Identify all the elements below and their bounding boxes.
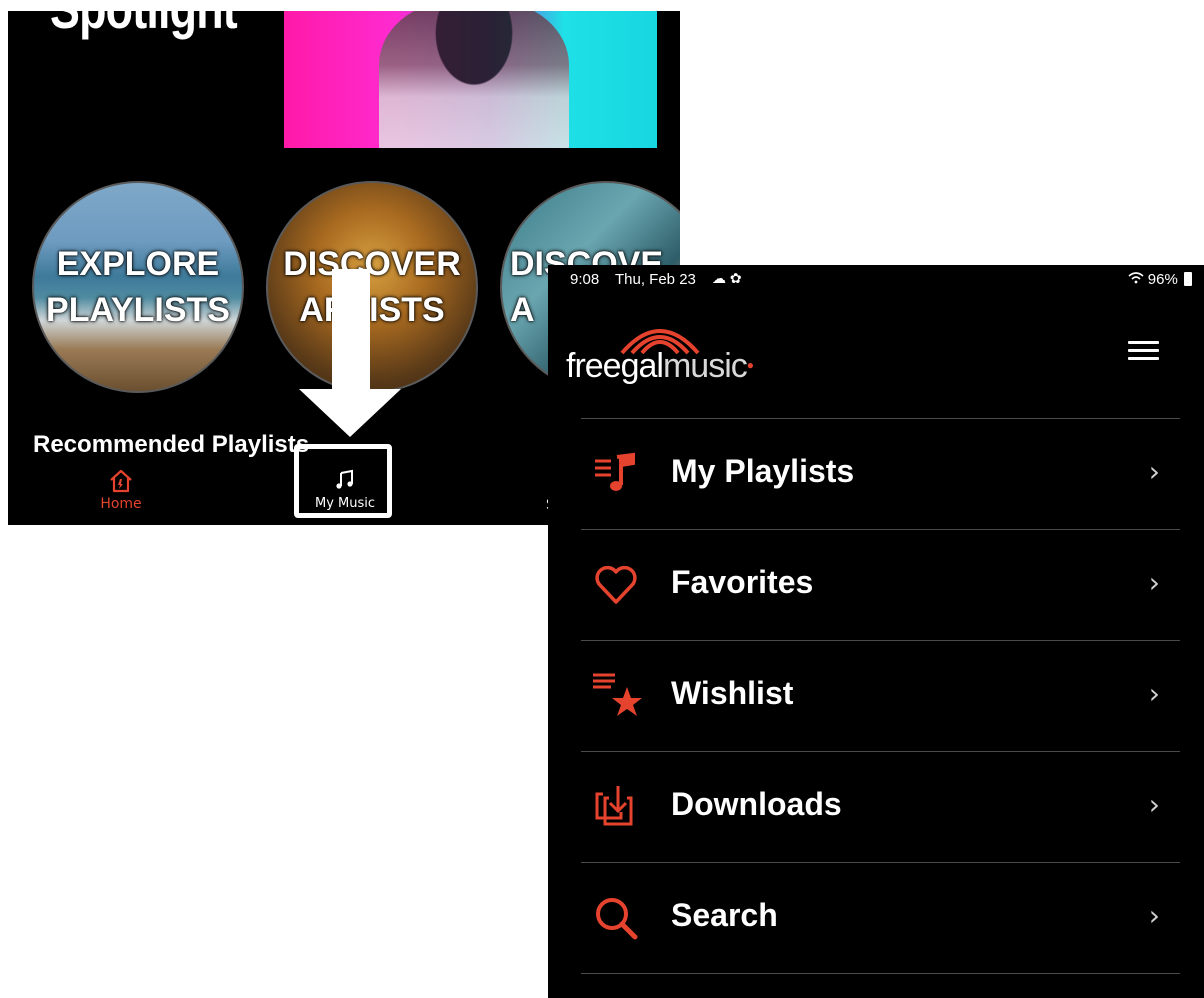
home-icon	[66, 469, 176, 495]
pointer-arrow-shaft	[332, 269, 370, 401]
nav-home[interactable]: Home	[66, 469, 176, 513]
wishlist-star-icon	[593, 673, 642, 719]
explore-playlists-tile[interactable]: EXPLORE PLAYLISTS	[32, 181, 244, 393]
menu-item-label: Favorites	[671, 564, 814, 600]
logo-wordmark: freegalmusic●	[566, 347, 754, 386]
my-music-highlight-box	[294, 444, 392, 518]
chevron-right-icon: ›	[1148, 899, 1160, 932]
search-icon	[593, 895, 639, 941]
pointer-arrow-head	[299, 389, 401, 437]
nav-home-label: Home	[100, 496, 142, 512]
freegal-music-logo[interactable]: freegalmusic●	[566, 315, 786, 385]
status-bar: 9:08 Thu, Feb 23 ☁ ✿ 96%	[548, 265, 1204, 293]
chevron-right-icon: ›	[1148, 677, 1160, 710]
menu-item-search[interactable]: Search ›	[581, 863, 1180, 974]
spotlight-title: Spotlight	[50, 11, 238, 37]
status-date: Thu, Feb 23	[615, 271, 696, 288]
hero-person-figure	[379, 11, 569, 148]
menu-item-downloads[interactable]: Downloads ›	[581, 752, 1180, 863]
chevron-right-icon: ›	[1148, 566, 1160, 599]
status-time: 9:08	[570, 271, 600, 288]
wifi-icon	[1128, 271, 1148, 288]
spotlight-hero-image[interactable]	[284, 11, 657, 148]
my-music-menu: My Playlists › Favorites › Wishlist › Do…	[581, 418, 1180, 974]
hamburger-menu-icon[interactable]	[1128, 341, 1159, 361]
menu-item-wishlist[interactable]: Wishlist ›	[581, 641, 1180, 752]
playlist-icon	[593, 451, 639, 497]
heart-icon	[593, 562, 639, 608]
menu-item-label: My Playlists	[671, 453, 855, 489]
chevron-right-icon: ›	[1148, 788, 1160, 821]
battery-icon	[1184, 272, 1192, 286]
menu-item-label: Downloads	[671, 786, 842, 822]
logo-text-light: music	[662, 347, 748, 385]
menu-item-label: Wishlist	[671, 675, 794, 711]
explore-playlists-label: EXPLORE PLAYLISTS	[46, 245, 230, 329]
status-notification-icons: ☁ ✿	[712, 270, 742, 286]
battery-percent: 96%	[1147, 271, 1178, 288]
menu-item-my-playlists[interactable]: My Playlists ›	[581, 419, 1180, 530]
menu-item-label: Search	[671, 897, 778, 933]
recommended-playlists-heading: Recommended Playlists	[33, 431, 310, 458]
logo-dot-icon: ●	[746, 358, 754, 372]
my-music-screen-panel: 9:08 Thu, Feb 23 ☁ ✿ 96% freegalmusic● M…	[548, 265, 1204, 998]
status-right-group: 96%	[1128, 271, 1192, 288]
menu-item-favorites[interactable]: Favorites ›	[581, 530, 1180, 641]
chevron-right-icon: ›	[1148, 455, 1160, 488]
download-icon	[593, 784, 639, 830]
discover-artists-label: DISCOVER ARTISTS	[283, 245, 461, 329]
discover-artists-tile[interactable]: DISCOVER ARTISTS	[266, 181, 478, 393]
logo-text-bold: freegal	[566, 347, 664, 385]
